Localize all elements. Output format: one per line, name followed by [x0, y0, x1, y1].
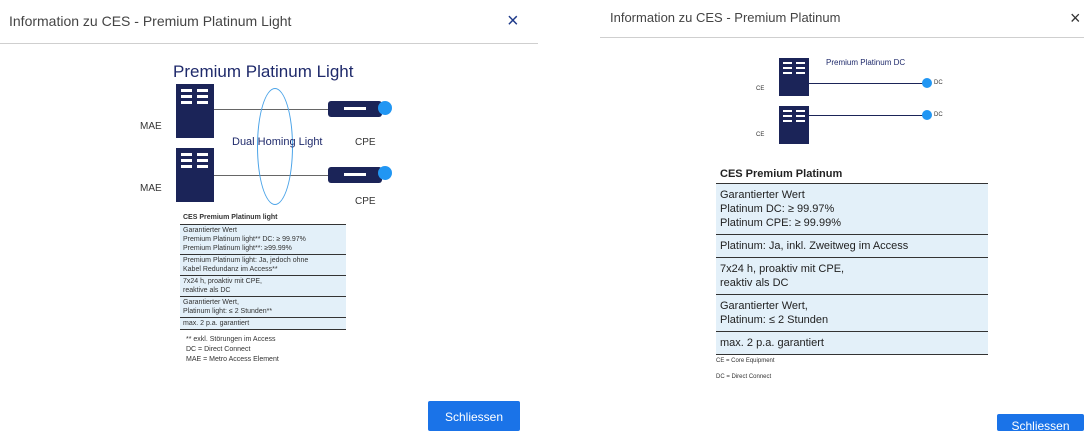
- mae-label: MAE: [140, 121, 162, 132]
- dialog-premium-platinum-light: Information zu CES - Premium Platinum Li…: [0, 0, 538, 431]
- sla-table: CES Premium Platinum light Garantierter …: [180, 212, 346, 330]
- link-line: [809, 115, 924, 116]
- server-icon: [779, 106, 809, 144]
- table-row: Premium Platinum light: Ja, jedoch ohne …: [180, 255, 346, 276]
- server-icon: [176, 148, 214, 202]
- dialog-premium-platinum: Information zu CES - Premium Platinum × …: [600, 0, 1084, 431]
- dual-homing-label: Dual Homing Light: [232, 136, 323, 148]
- mae-label: MAE: [140, 183, 162, 194]
- table-header: CES Premium Platinum light: [180, 212, 346, 225]
- cpe-device-icon: [328, 101, 382, 117]
- table-row: max. 2 p.a. garantiert: [180, 318, 346, 330]
- dc-label: DC: [934, 112, 943, 118]
- divider: [600, 37, 1084, 38]
- diagram-heading: Premium Platinum Light: [173, 62, 354, 81]
- footnote: DC = Direct Connect: [186, 346, 251, 353]
- cpe-label: CPE: [355, 196, 376, 207]
- server-icon: [779, 58, 809, 96]
- ce-label: CE: [756, 132, 765, 138]
- cpe-device-icon: [328, 167, 382, 183]
- footnote: DC = Direct Connect: [716, 374, 772, 380]
- endpoint-dot-icon: [922, 110, 932, 120]
- endpoint-dot-icon: [378, 166, 392, 180]
- endpoint-dot-icon: [378, 101, 392, 115]
- dialog-title: Information zu CES - Premium Platinum Li…: [9, 13, 292, 29]
- table-row: Platinum: Ja, inkl. Zweitweg im Access: [716, 235, 988, 258]
- table-header: CES Premium Platinum: [716, 165, 988, 184]
- server-icon: [176, 84, 214, 138]
- divider: [0, 43, 538, 44]
- footnote: ** exkl. Störungen im Access: [186, 336, 276, 343]
- dc-label: DC: [934, 80, 943, 86]
- close-icon[interactable]: ×: [507, 11, 519, 31]
- footnote: CE = Core Equipment: [716, 358, 775, 364]
- table-row: Garantierter Wert, Platinum light: ≤ 2 S…: [180, 297, 346, 318]
- cpe-label: CPE: [355, 137, 376, 148]
- close-button[interactable]: Schliessen: [997, 414, 1084, 431]
- table-row: Garantierter Wert, Platinum: ≤ 2 Stunden: [716, 295, 988, 332]
- table-row: max. 2 p.a. garantiert: [716, 332, 988, 355]
- footnote: MAE = Metro Access Element: [186, 356, 279, 363]
- table-row: Garantierter Wert Platinum DC: ≥ 99.97% …: [716, 184, 988, 235]
- close-button[interactable]: Schliessen: [428, 401, 520, 431]
- dialog-title: Information zu CES - Premium Platinum: [610, 10, 841, 25]
- ce-label: CE: [756, 86, 765, 92]
- close-icon[interactable]: ×: [1070, 9, 1081, 27]
- table-row: 7x24 h, proaktiv mit CPE, reaktiv als DC: [716, 258, 988, 295]
- table-row: 7x24 h, proaktiv mit CPE, reaktive als D…: [180, 276, 346, 297]
- diagram-heading: Premium Platinum DC: [826, 58, 906, 67]
- sla-table: CES Premium Platinum Garantierter Wert P…: [716, 165, 988, 355]
- link-line: [809, 83, 924, 84]
- table-row: Garantierter Wert Premium Platinum light…: [180, 225, 346, 255]
- endpoint-dot-icon: [922, 78, 932, 88]
